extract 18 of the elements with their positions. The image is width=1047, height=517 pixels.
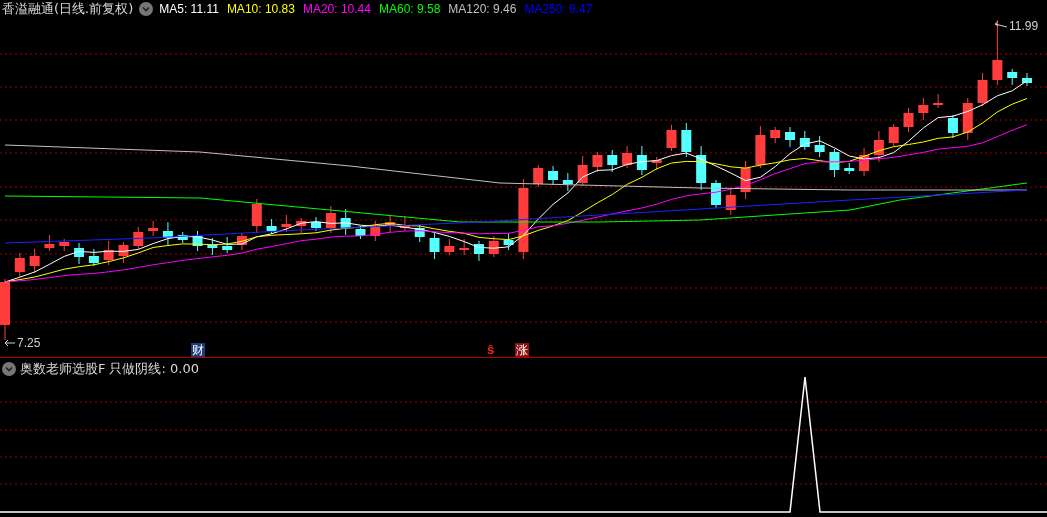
low-price-label: 7.25 [17,335,41,352]
left-arrow-icon [4,339,16,347]
stock-title: 香溢融通(日线.前复权) [2,0,134,19]
limit-up-marker: 涨 [515,343,529,357]
ma-legend-label: MA20: 10.44 [302,1,371,18]
ma-legend-label: MA10: 10.83 [226,1,295,18]
ma-legend-label: MA250: 9.47 [524,1,593,18]
ma-legend-label: MA120: 9.46 [448,1,517,18]
indicator-title: 奥数老师选股F [20,360,106,379]
finance-event-marker: 财 [191,343,205,357]
ma-legend-label: MA60: 9.58 [378,1,441,18]
chevron-down-icon[interactable] [139,2,154,16]
indicator-value: 只做阴线: 0.00 [109,360,199,379]
chevron-down-icon[interactable] [2,362,16,376]
signal-marker: ŝ [487,343,495,357]
flag-arrow-icon [994,21,1008,31]
ma-legend-label: MA5: 11.11 [159,1,219,18]
high-price-label: 11.99 [1009,18,1039,35]
